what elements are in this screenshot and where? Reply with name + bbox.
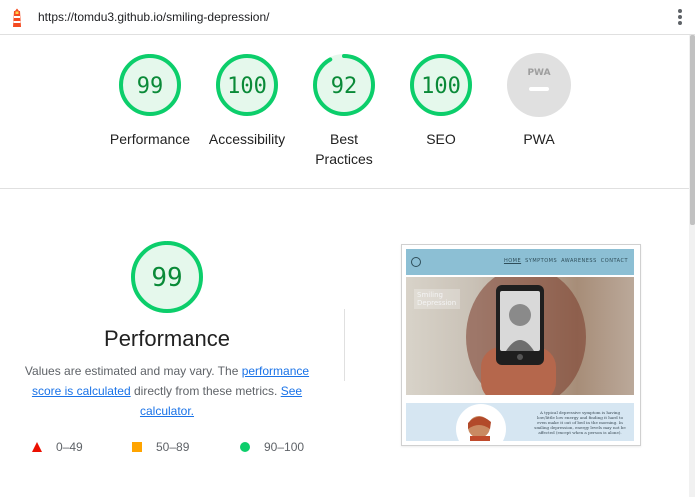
gauge-label: Performance	[109, 131, 191, 147]
nav-link: HOME	[503, 258, 522, 264]
gauge-ring: 99	[119, 54, 181, 116]
red-triangle-icon	[32, 442, 42, 452]
thumbnail-hero-image: Smiling Depression	[406, 277, 634, 395]
thumbnail-navbar: HOME SYMPTOMS AWARENESS CONTACT	[406, 249, 634, 275]
category-gauges: 99 Performance 100 Accessibility 92 Best…	[0, 52, 689, 182]
gauge-score: 100	[421, 74, 461, 99]
gauge-ring: 92	[313, 54, 375, 116]
nav-link: CONTACT	[600, 258, 628, 264]
lighthouse-icon	[13, 8, 21, 27]
gauge-score: 100	[227, 74, 267, 99]
gauge-best-practices[interactable]: 92 Best Practices	[294, 52, 394, 169]
orange-square-icon	[132, 442, 142, 452]
thumbnail-content-section: A typical depressive symptom is having l…	[406, 403, 634, 441]
nav-link: AWARENESS	[561, 258, 597, 264]
performance-title: Performance	[104, 326, 230, 351]
score-legend: 0–49 50–89 90–100	[0, 439, 340, 455]
gauge-accessibility[interactable]: 100 Accessibility	[197, 52, 297, 149]
vertical-divider	[344, 309, 345, 381]
pwa-badge-icon: PWA	[507, 53, 571, 117]
pwa-badge-text: PWA	[527, 68, 550, 78]
gauge-score: 92	[331, 74, 358, 99]
hero-title: Smiling Depression	[414, 289, 460, 309]
site-logo-icon	[411, 257, 421, 267]
gauge-label: Best Practices	[315, 131, 373, 167]
nav-link: SYMPTOMS	[525, 258, 558, 264]
gauge-label: Accessibility	[208, 131, 286, 147]
gauge-label: PWA	[523, 131, 555, 147]
page-screenshot-thumbnail[interactable]: HOME SYMPTOMS AWARENESS CONTACT Smiling Dep…	[401, 244, 641, 446]
thumbnail-nav-links: HOME SYMPTOMS AWARENESS CONTACT	[500, 258, 628, 264]
person-photo	[456, 404, 506, 441]
green-circle-icon	[240, 442, 250, 452]
url-bar: https://tomdu3.github.io/smiling-depress…	[0, 0, 695, 35]
gauge-pwa[interactable]: PWA PWA	[489, 52, 589, 149]
legend-range: 0–49	[56, 440, 83, 454]
performance-gauge: 99	[131, 241, 203, 313]
desc-text: Values are estimated and may vary. The	[24, 364, 242, 378]
legend-range: 90–100	[264, 440, 305, 454]
legend-range: 50–89	[156, 440, 190, 454]
gauge-seo[interactable]: 100 SEO	[391, 52, 491, 149]
performance-score: 99	[151, 263, 182, 293]
gauge-label: SEO	[426, 131, 456, 147]
gauge-performance[interactable]: 99 Performance	[100, 52, 200, 149]
gauge-ring: 100	[410, 54, 472, 116]
kebab-menu-icon[interactable]	[677, 9, 683, 27]
gauge-ring: 100	[216, 54, 278, 116]
page-url[interactable]: https://tomdu3.github.io/smiling-depress…	[38, 10, 269, 24]
gauge-score: 99	[137, 74, 164, 99]
thumbnail-body-text: A typical depressive symptom is having l…	[534, 410, 626, 435]
divider	[0, 188, 689, 189]
scrollbar-thumb[interactable]	[690, 35, 695, 225]
desc-text: directly from these metrics.	[130, 384, 281, 398]
performance-description: Values are estimated and may vary. The p…	[14, 361, 320, 421]
